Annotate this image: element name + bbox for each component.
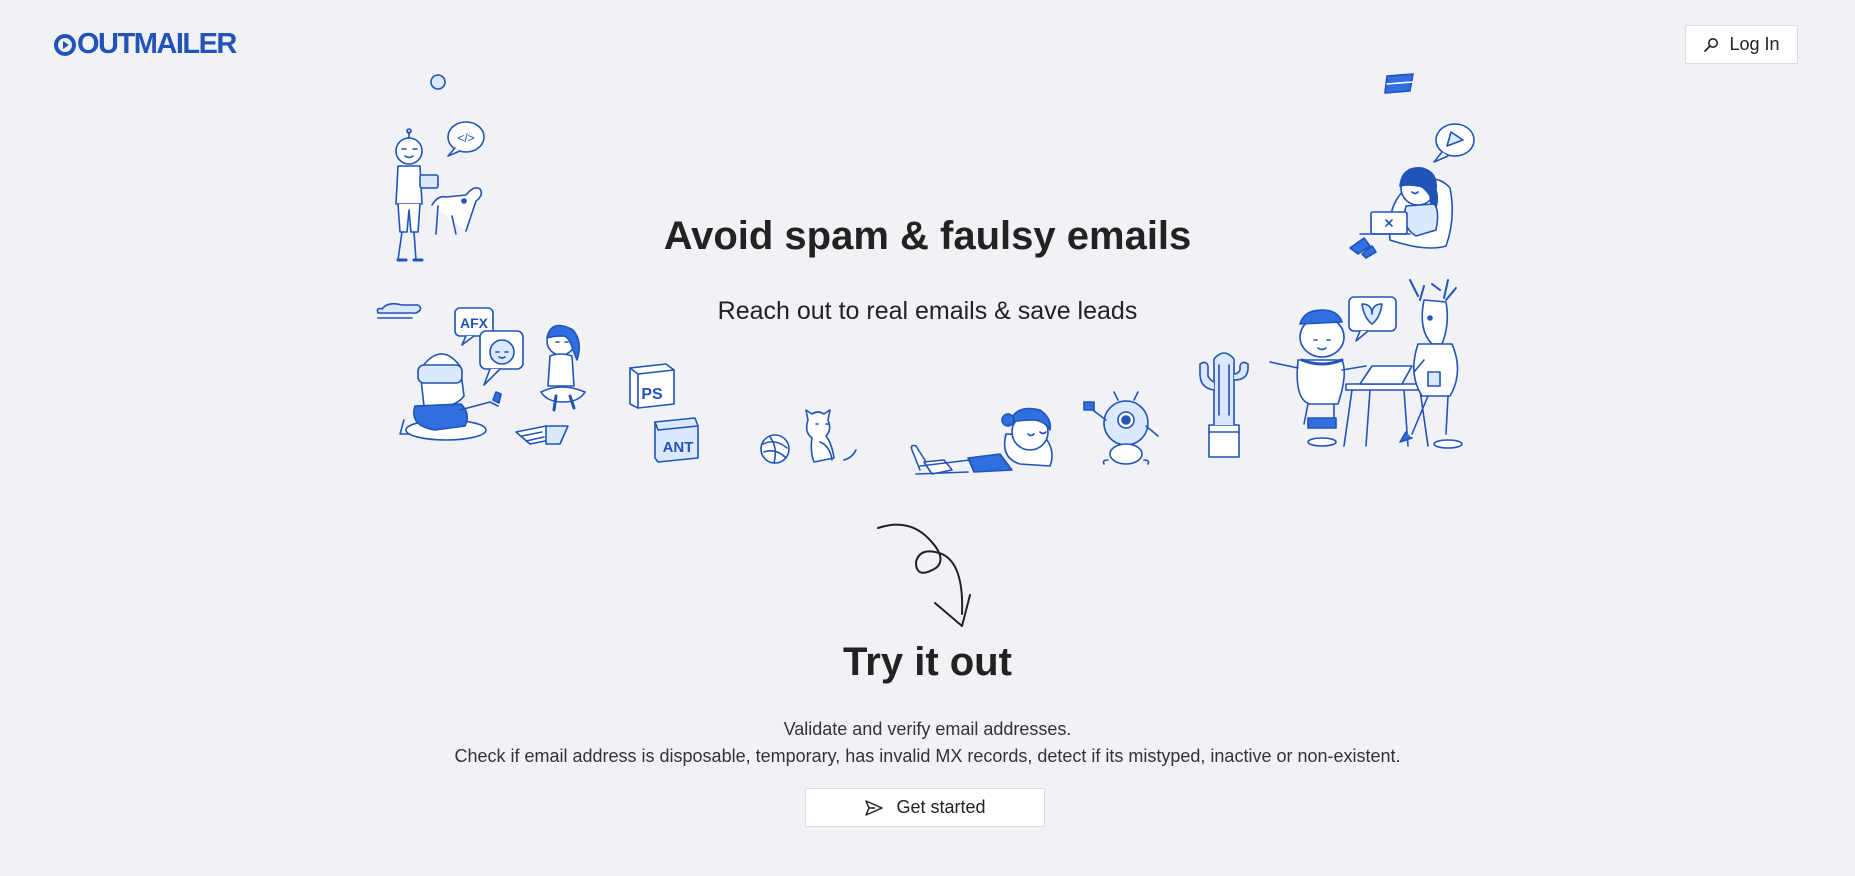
robot-face-bubble — [479, 330, 524, 386]
ps-ant-cubes: PS ANT — [629, 363, 699, 463]
floating-circle — [430, 74, 446, 90]
cat-illustration — [805, 409, 857, 463]
login-button[interactable]: Log In — [1685, 25, 1798, 64]
open-book — [515, 425, 569, 445]
hero-title: Avoid spam & faulsy emails — [663, 214, 1192, 258]
cyclops-alien — [1083, 391, 1159, 465]
svg-text:PS: PS — [641, 386, 663, 403]
chart-speech-bubble — [1433, 123, 1475, 163]
login-label: Log In — [1729, 34, 1780, 54]
outmailer-logo[interactable]: OUTMAILER — [54, 28, 237, 61]
try-description-line1: Validate and verify email addresses. — [783, 719, 1072, 739]
search-icon — [1704, 37, 1719, 52]
hero-subtitle: Reach out to real emails & save leads — [717, 297, 1138, 325]
code-speech-bubble: </> — [447, 121, 485, 157]
yarn-ball — [760, 434, 790, 464]
get-started-label: Get started — [896, 797, 986, 817]
lying-girl — [910, 407, 1053, 475]
get-started-button[interactable]: Get started — [805, 788, 1045, 827]
hero-illustration: </> AFX PS ANT — [376, 73, 1475, 475]
logo-play-icon — [54, 33, 76, 56]
try-description-line2: Check if email address is disposable, te… — [454, 746, 1401, 766]
cactus-plant — [1199, 352, 1249, 458]
girl-sitting — [540, 324, 586, 412]
curly-arrow-icon — [877, 523, 971, 627]
svg-text:ANT: ANT — [663, 439, 694, 456]
try-section-title: Try it out — [843, 640, 1012, 684]
logo-text: OUTMAILER — [77, 28, 237, 60]
vr-kid-sitting — [399, 353, 502, 441]
svg-text:</>: </> — [457, 131, 474, 145]
floating-tag — [1384, 73, 1414, 94]
send-icon — [865, 799, 884, 816]
